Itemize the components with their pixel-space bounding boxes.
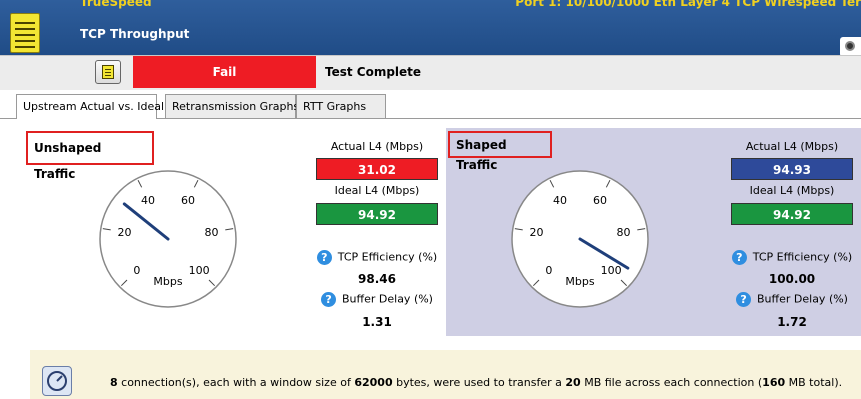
- tab-upstream-actual-vs-ideal[interactable]: Upstream Actual vs. Ideal: [16, 94, 164, 119]
- unshaped-efficiency-label: TCP Efficiency (%): [337, 250, 438, 264]
- test-name: TCP Throughput: [80, 27, 190, 41]
- summary-text-part: MB total).: [785, 376, 843, 389]
- unshaped-delay-label: Buffer Delay (%): [342, 292, 433, 306]
- total-size: 160: [762, 376, 786, 389]
- notepad-menu-icon: [102, 65, 114, 79]
- unshaped-speed-gauge: 0 20 40 60 80 100 Mbps: [99, 170, 237, 308]
- unshaped-actual-label: Actual L4 (Mbps): [330, 140, 424, 153]
- camera-icon[interactable]: [840, 37, 861, 57]
- shaped-efficiency-value: 100.00: [768, 272, 816, 286]
- port-info: Port 1: 10/100/1000 Eth Layer 4 TCP Wire…: [515, 0, 861, 9]
- shaped-gauge-tick-label: 0: [545, 264, 552, 277]
- help-icon[interactable]: ?: [316, 250, 332, 265]
- help-icon[interactable]: ?: [736, 292, 752, 307]
- tab-retransmission-graphs[interactable]: Retransmission Graphs: [165, 94, 299, 118]
- shaped-gauge-tick-label: 40: [553, 194, 567, 207]
- unshaped-delay-value: 1.31: [362, 315, 392, 329]
- shaped-gauge-tick-label: 100: [601, 264, 622, 277]
- transfer-size: 20: [565, 376, 581, 389]
- header-bar: TrueSpeed Port 1: 10/100/1000 Eth Layer …: [0, 0, 861, 62]
- unshaped-gauge-tick-label: 100: [189, 264, 210, 277]
- shaped-actual-label: Actual L4 (Mbps): [745, 140, 839, 153]
- unshaped-panel: Unshaped Traffic 0 20 40 60 80 100 Mbps Actual…: [18, 128, 446, 336]
- shaped-delay-label: Buffer Delay (%): [757, 292, 848, 306]
- unshaped-ideal-value: 94.92: [316, 203, 438, 225]
- shaped-delay-value: 1.72: [777, 315, 807, 329]
- shaped-efficiency-row: ? TCP Efficiency (%): [729, 250, 855, 265]
- unshaped-gauge-tick-label: 80: [204, 226, 218, 239]
- shaped-gauge-tick-label: 80: [616, 226, 630, 239]
- summary-text-part: MB file across each connection (: [580, 376, 763, 389]
- summary-text-part: connection(s), each with a window size o…: [117, 376, 355, 389]
- notepad-icon[interactable]: [10, 13, 40, 53]
- shaped-ideal-value: 94.92: [731, 203, 853, 225]
- shaped-efficiency-label: TCP Efficiency (%): [752, 250, 853, 264]
- shaped-actual-value: 94.93: [731, 158, 853, 180]
- help-icon[interactable]: ?: [731, 250, 747, 265]
- unshaped-gauge-tick-label: 40: [141, 194, 155, 207]
- unshaped-gauge-tick-label: 0: [133, 264, 140, 277]
- summary-text-part: bytes, were used to transfer a: [392, 376, 566, 389]
- help-icon[interactable]: ?: [321, 292, 337, 307]
- unshaped-title: Unshaped Traffic: [26, 131, 154, 181]
- unshaped-ideal-label: Ideal L4 (Mbps): [334, 184, 420, 197]
- status-message: Test Complete: [325, 65, 422, 79]
- status-result-badge: Fail: [133, 56, 316, 88]
- unshaped-gauge-tick-label: 60: [181, 194, 195, 207]
- shaped-speed-gauge: 0 20 40 60 80 100 Mbps: [511, 170, 649, 308]
- shaped-gauge-unit: Mbps: [565, 275, 594, 288]
- unshaped-efficiency-value: 98.46: [358, 272, 396, 286]
- summary-footer: 8 connection(s), each with a window size…: [30, 350, 861, 399]
- status-bar: Fail Test Complete: [0, 55, 861, 90]
- shaped-delay-row: ? Buffer Delay (%): [729, 292, 855, 307]
- unshaped-gauge-tick-label: 20: [118, 226, 132, 239]
- shaped-panel: Shaped Traffic 0 20 40 60 80 100 Mbps Actual L…: [446, 128, 861, 336]
- connections-count: 8: [110, 376, 118, 389]
- unshaped-delay-row: ? Buffer Delay (%): [314, 292, 440, 307]
- shaped-ideal-label: Ideal L4 (Mbps): [749, 184, 835, 197]
- unshaped-actual-value: 31.02: [316, 158, 438, 180]
- window-size: 62000: [354, 376, 393, 389]
- unshaped-gauge-unit: Mbps: [153, 275, 182, 288]
- unshaped-efficiency-row: ? TCP Efficiency (%): [314, 250, 440, 265]
- summary-text: 8 connection(s), each with a window size…: [110, 376, 842, 389]
- tab-rtt-graphs[interactable]: RTT Graphs: [296, 94, 386, 118]
- shaped-gauge-tick-label: 60: [593, 194, 607, 207]
- shaped-title: Shaped Traffic: [448, 131, 552, 172]
- speedometer-icon: [42, 366, 72, 396]
- app-name: TrueSpeed: [80, 0, 152, 9]
- shaped-gauge-tick-label: 20: [530, 226, 544, 239]
- notepad-menu-button[interactable]: [95, 60, 121, 84]
